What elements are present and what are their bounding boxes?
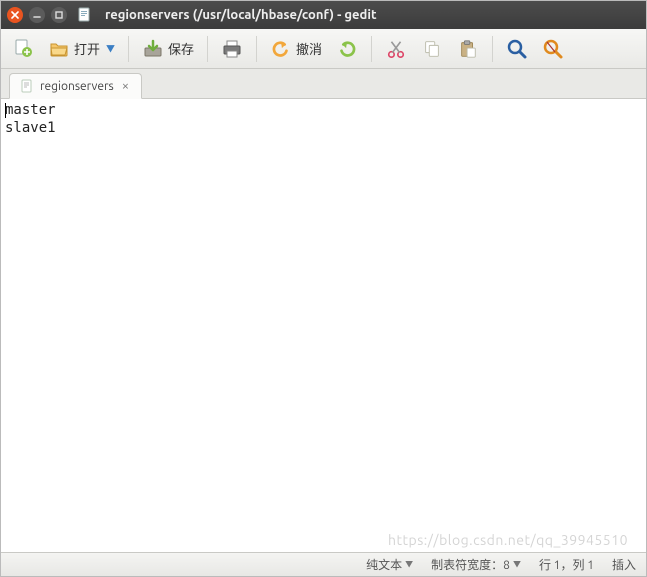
main-toolbar: 打开 ▼ 保存 撤消: [1, 29, 646, 69]
redo-button[interactable]: [331, 34, 363, 64]
app-icon: [77, 7, 93, 23]
document-tab-bar: regionservers ×: [1, 69, 646, 99]
save-icon: [142, 38, 164, 60]
text-editor-area[interactable]: master slave1: [1, 99, 646, 552]
save-button[interactable]: 保存: [137, 34, 199, 64]
toolbar-separator: [492, 36, 493, 62]
find-replace-button[interactable]: [537, 34, 569, 64]
document-tab[interactable]: regionservers ×: [9, 73, 142, 99]
syntax-mode-selector[interactable]: 纯文本 ▼: [366, 556, 413, 573]
status-bar: 纯文本 ▼ 制表符宽度：8 ▼ 行 1，列 1 插入: [1, 552, 646, 576]
editor-content: master slave1: [5, 102, 56, 136]
chevron-down-icon: ▼: [106, 42, 115, 55]
find-button[interactable]: [501, 34, 533, 64]
cut-button[interactable]: [380, 34, 412, 64]
undo-icon: [270, 38, 292, 60]
toolbar-separator: [128, 36, 129, 62]
cursor-position-label: 行 1，列 1: [539, 556, 594, 573]
toolbar-separator: [371, 36, 372, 62]
open-button[interactable]: 打开 ▼: [43, 34, 120, 64]
document-icon: [20, 79, 34, 93]
window-minimize-button[interactable]: [29, 7, 45, 23]
search-icon: [506, 38, 528, 60]
chevron-down-icon: ▼: [513, 559, 521, 570]
undo-label: 撤消: [296, 39, 322, 58]
open-folder-icon: [48, 38, 70, 60]
insert-mode[interactable]: 插入: [612, 556, 636, 573]
open-label: 打开: [74, 39, 100, 58]
print-icon: [221, 38, 243, 60]
save-label: 保存: [168, 39, 194, 58]
paste-button[interactable]: [452, 34, 484, 64]
chevron-down-icon: ▼: [405, 559, 413, 570]
toolbar-separator: [256, 36, 257, 62]
minimize-icon: [33, 11, 41, 19]
cursor-position: 行 1，列 1: [539, 556, 594, 573]
find-replace-icon: [542, 38, 564, 60]
print-button[interactable]: [216, 34, 248, 64]
paste-icon: [457, 38, 479, 60]
new-file-button[interactable]: [7, 34, 39, 64]
tab-label: regionservers: [40, 80, 114, 93]
tab-width-selector[interactable]: 制表符宽度：8 ▼: [431, 556, 521, 573]
maximize-icon: [55, 11, 63, 19]
redo-icon: [336, 38, 358, 60]
window-maximize-button[interactable]: [51, 7, 67, 23]
window-close-button[interactable]: [7, 7, 23, 23]
toolbar-separator: [207, 36, 208, 62]
window-title: regionservers (/usr/local/hbase/conf) - …: [105, 8, 377, 22]
window-titlebar: regionservers (/usr/local/hbase/conf) - …: [1, 1, 646, 29]
tab-width-label: 制表符宽度：8: [431, 556, 510, 573]
tab-close-button[interactable]: ×: [120, 79, 131, 93]
new-file-icon: [12, 38, 34, 60]
undo-button[interactable]: 撤消: [265, 34, 327, 64]
syntax-mode-label: 纯文本: [366, 556, 402, 573]
insert-mode-label: 插入: [612, 556, 636, 573]
cut-icon: [385, 38, 407, 60]
copy-icon: [421, 38, 443, 60]
copy-button[interactable]: [416, 34, 448, 64]
close-icon: [11, 11, 19, 19]
